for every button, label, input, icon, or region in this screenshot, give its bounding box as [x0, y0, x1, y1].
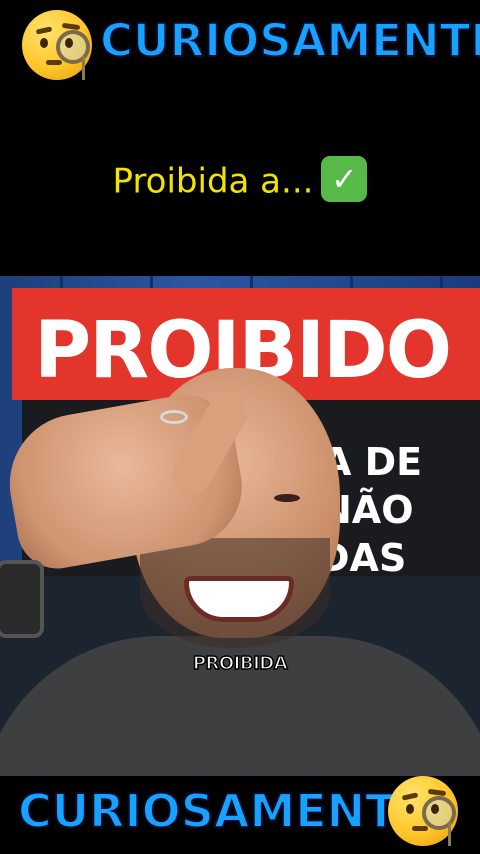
face-with-monocle-icon-bottom: [388, 776, 458, 846]
person-watch: [0, 560, 44, 638]
face-with-monocle-icon: [22, 10, 92, 80]
person-ring: [160, 410, 188, 424]
brand-title-bottom: CURIOSAMENTE: [17, 783, 429, 839]
bottom-brand-bar: CURIOSAMENTE: [0, 770, 480, 854]
headline-text: Proibida a...: [112, 161, 314, 202]
brand-title-top: CURIOSAMENTE: [99, 13, 480, 68]
headline: Proibida a... ✓: [0, 156, 480, 206]
person-eye-right: [274, 494, 300, 502]
video-frame[interactable]: PROIBIDO A DE NÃO DAS PROIBIDA: [0, 276, 480, 776]
check-mark-button-icon: ✓: [321, 156, 368, 202]
top-brand-bar: CURIOSAMENTE: [0, 0, 480, 92]
video-caption: PROIBIDA: [192, 652, 288, 675]
